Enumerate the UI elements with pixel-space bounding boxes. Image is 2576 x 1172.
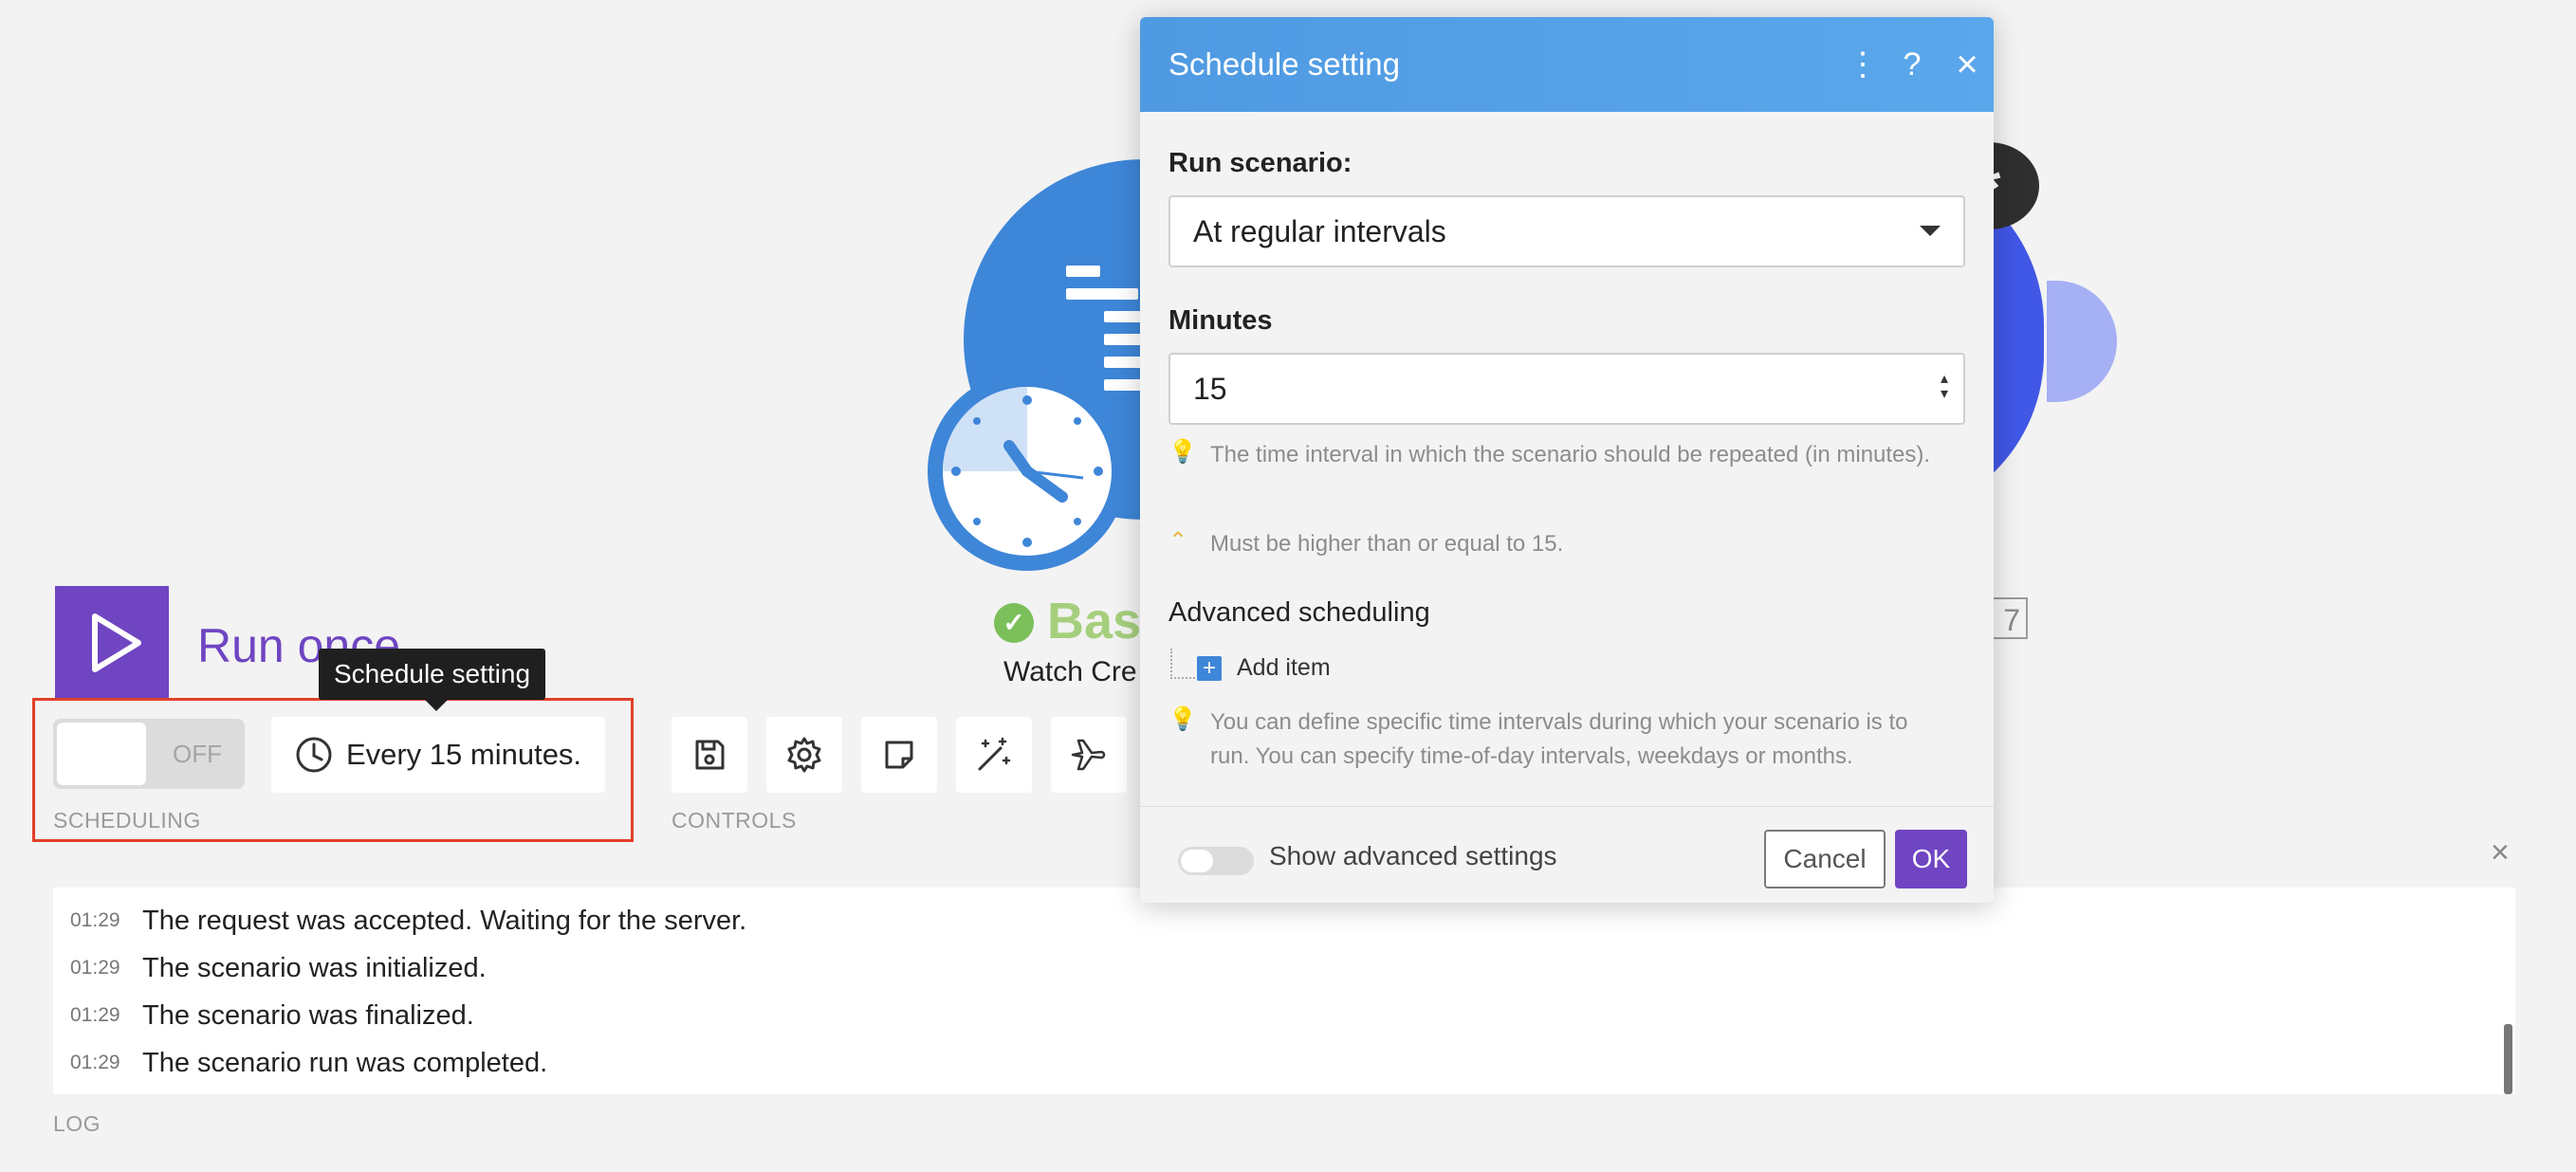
dialog-title: Schedule setting: [1168, 46, 1401, 82]
log-message: The scenario was finalized.: [142, 999, 474, 1031]
dialog-footer: Show advanced settings Cancel OK: [1140, 806, 1994, 903]
caret-down-icon: [1920, 226, 1941, 236]
log-section-label: LOG: [53, 1111, 101, 1136]
module-subtitle: Watch Cre: [1003, 656, 1137, 687]
plus-icon: +: [1197, 655, 1222, 681]
more-options-icon[interactable]: ⋮: [1842, 44, 1884, 85]
module-title: Base: [1047, 593, 1142, 650]
explain-flow-button[interactable]: [1051, 717, 1127, 793]
schedule-setting-button[interactable]: Every 15 minutes.: [271, 717, 605, 793]
advanced-hint: You can define specific time intervals d…: [1210, 709, 1908, 769]
log-entry: 01:29 The request was accepted. Waiting …: [70, 897, 746, 944]
scheduling-toggle[interactable]: OFF: [53, 719, 245, 789]
schedule-tooltip: Schedule setting: [319, 649, 546, 700]
action-module-connector[interactable]: [2047, 281, 2117, 402]
gear-icon: [787, 737, 821, 773]
add-item-button[interactable]: + Add item: [1197, 654, 1331, 682]
log-entry: 01:29 The scenario was initialized.: [70, 944, 487, 992]
auto-align-button[interactable]: [956, 717, 1032, 793]
schedule-summary: Every 15 minutes.: [345, 738, 582, 771]
minutes-label: Minutes: [1168, 305, 1273, 336]
interval-hint: The time interval in which the scenario …: [1210, 442, 1931, 467]
add-item-label: Add item: [1237, 654, 1331, 681]
schedule-setting-dialog: Schedule setting ⋮ ? × Run scenario: At …: [1140, 17, 1994, 903]
check-icon: ✓: [994, 603, 1034, 643]
notes-button[interactable]: [861, 717, 937, 793]
dialog-header: Schedule setting ⋮ ? ×: [1140, 17, 1994, 112]
toggle-knob: [1181, 850, 1213, 872]
magic-wand-icon: [978, 737, 1011, 771]
minimum-hint: Must be higher than or equal to 15.: [1210, 531, 1564, 557]
note-icon: [885, 741, 913, 769]
log-message: The scenario was initialized.: [142, 952, 487, 983]
play-icon: [92, 613, 141, 672]
chevron-up-icon: ⌃: [1168, 528, 1188, 554]
clock-hands-icon: [951, 395, 1103, 547]
log-panel[interactable]: 01:29 The request was accepted. Waiting …: [53, 888, 2515, 1094]
toggle-knob: [57, 723, 146, 785]
stepper-arrows-icon[interactable]: ▴ ▾: [1941, 372, 1948, 402]
advanced-scheduling-title: Advanced scheduling: [1168, 597, 1430, 628]
minutes-value: 15: [1193, 372, 1227, 406]
show-advanced-toggle[interactable]: [1178, 847, 1254, 875]
run-scenario-value: At regular intervals: [1193, 214, 1446, 248]
lightbulb-icon: 💡: [1168, 439, 1197, 465]
log-time: 01:29: [70, 1004, 120, 1026]
log-message: The request was accepted. Waiting for th…: [142, 905, 747, 936]
log-entry: 01:29 The scenario was finalized.: [70, 992, 474, 1039]
log-scrollbar[interactable]: [2504, 1024, 2512, 1094]
tree-connector: [1170, 649, 1195, 679]
clock-icon: [296, 737, 332, 773]
log-time: 01:29: [70, 1052, 120, 1073]
toggle-state-label: OFF: [173, 740, 222, 768]
run-scenario-label: Run scenario:: [1168, 148, 1352, 178]
scheduling-section-label: SCHEDULING: [53, 808, 201, 833]
show-advanced-label: Show advanced settings: [1269, 841, 1557, 870]
help-icon[interactable]: ?: [1891, 44, 1933, 85]
log-message: The scenario run was completed.: [142, 1047, 548, 1078]
run-scenario-select[interactable]: At regular intervals: [1168, 195, 1965, 267]
settings-button[interactable]: [766, 717, 842, 793]
log-time: 01:29: [70, 909, 120, 931]
save-icon: [695, 740, 725, 770]
controls-section-label: CONTROLS: [672, 808, 797, 833]
log-close-icon[interactable]: ×: [2491, 834, 2510, 871]
run-once-button[interactable]: [55, 586, 169, 700]
save-button[interactable]: [672, 717, 747, 793]
ok-button[interactable]: OK: [1895, 830, 1967, 888]
log-time: 01:29: [70, 957, 120, 979]
airplane-icon: [1071, 739, 1106, 771]
tooltip-arrow: [425, 700, 448, 711]
close-icon[interactable]: ×: [1946, 44, 1988, 85]
cancel-button[interactable]: Cancel: [1764, 830, 1886, 888]
lightbulb-icon: 💡: [1168, 706, 1197, 732]
log-entry: 01:29 The scenario run was completed.: [70, 1039, 547, 1087]
minutes-input[interactable]: 15 ▴ ▾: [1168, 353, 1965, 425]
